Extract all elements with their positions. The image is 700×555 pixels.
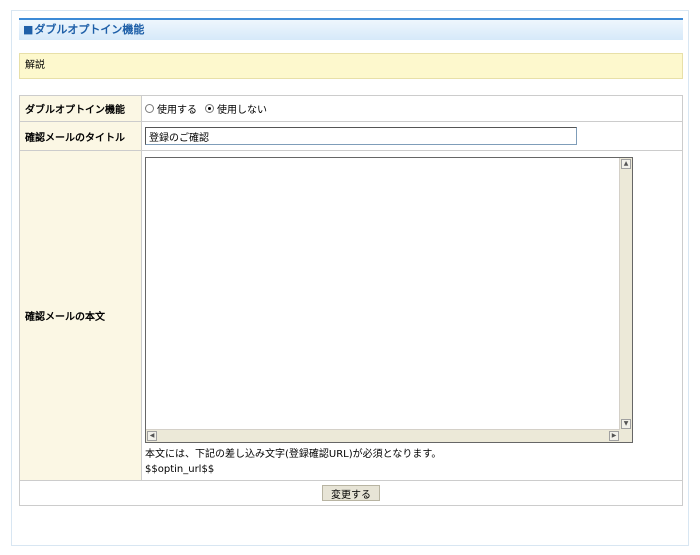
- settings-form-table: ダブルオプトイン機能 使用する 使用しない 確認メールのタイトル 確認メールの本…: [19, 95, 683, 506]
- section-title: ダブルオプトイン機能: [34, 23, 145, 36]
- radio-not-use-label[interactable]: 使用しない: [217, 101, 267, 116]
- confirm-title-row: 確認メールのタイトル: [19, 121, 683, 151]
- textarea-vertical-scrollbar[interactable]: ▲ ▼: [619, 157, 632, 430]
- section-title-bar: ■ダブルオプトイン機能: [19, 18, 683, 40]
- scroll-left-arrow-icon[interactable]: ◀: [147, 430, 157, 441]
- textarea-horizontal-scrollbar[interactable]: ◀ ▶: [146, 428, 620, 442]
- radio-use-label[interactable]: 使用する: [157, 101, 197, 116]
- title-square-icon: ■: [23, 23, 34, 36]
- double-optin-value-cell: 使用する 使用しない: [141, 95, 683, 122]
- double-optin-row: ダブルオプトイン機能 使用する 使用しない: [19, 95, 683, 122]
- confirm-title-input[interactable]: [145, 127, 577, 145]
- radio-use[interactable]: [145, 104, 154, 113]
- submit-button[interactable]: 変更する: [322, 485, 380, 501]
- submit-row: 変更する: [19, 480, 683, 506]
- confirm-title-value-cell: [141, 121, 683, 151]
- submit-cell: 変更する: [19, 480, 683, 506]
- confirm-body-row: 確認メールの本文 ▲ ▼ ◀ ▶ 本文には、下記の差し込み文字(登録確認URL)…: [19, 150, 683, 481]
- confirm-body-value-cell: ▲ ▼ ◀ ▶ 本文には、下記の差し込み文字(登録確認URL)が必須となります。…: [141, 150, 683, 481]
- scroll-down-arrow-icon[interactable]: ▼: [621, 418, 631, 429]
- optin-url-token: $$optin_url$$: [145, 463, 215, 475]
- scroll-right-arrow-icon[interactable]: ▶: [609, 430, 619, 441]
- textarea-resize-corner: [620, 429, 632, 442]
- radio-not-use[interactable]: [205, 104, 214, 113]
- confirm-body-note: 本文には、下記の差し込み文字(登録確認URL)が必須となります。: [145, 448, 442, 460]
- settings-panel: ■ダブルオプトイン機能 解説 ダブルオプトイン機能 使用する 使用しない 確認メ…: [11, 10, 689, 546]
- confirm-body-label: 確認メールの本文: [19, 150, 142, 481]
- description-label: 解説: [25, 60, 45, 71]
- double-optin-label: ダブルオプトイン機能: [19, 95, 142, 122]
- confirm-body-textarea[interactable]: ▲ ▼ ◀ ▶: [145, 156, 633, 443]
- double-optin-radio-group: 使用する 使用しない: [145, 101, 682, 116]
- confirm-title-label: 確認メールのタイトル: [19, 121, 142, 151]
- description-box: 解説: [19, 53, 683, 79]
- scroll-up-arrow-icon[interactable]: ▲: [621, 158, 631, 169]
